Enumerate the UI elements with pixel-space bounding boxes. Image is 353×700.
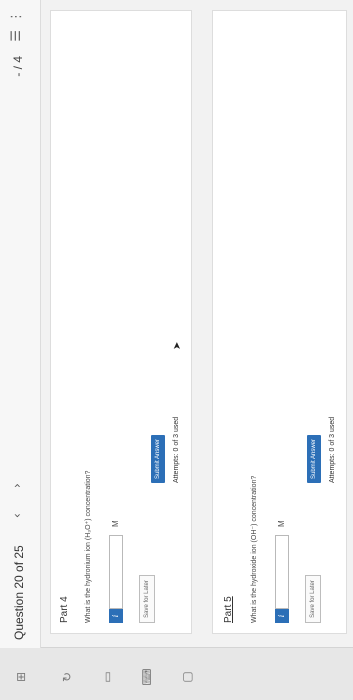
attempts-label: Attempts: 0 of 3 used — [173, 416, 180, 483]
chevron-right-icon[interactable]: › — [10, 483, 24, 488]
score-label: - / 4 — [11, 56, 25, 77]
info-icon[interactable]: i — [275, 609, 289, 623]
folder-icon[interactable]: ▢ — [180, 664, 196, 690]
info-icon[interactable]: i — [109, 609, 123, 623]
chevron-left-icon[interactable]: ‹ — [10, 513, 24, 518]
submit-answer-button[interactable]: Submit Answer — [307, 435, 321, 483]
keyboard-icon[interactable]: ⌨ — [140, 664, 156, 690]
side-toolbar: ⊞ ↻ ▭ ⌨ ▢ — [0, 647, 353, 700]
part-title: Part 5 — [223, 596, 234, 623]
question-text: What is the hydronium ion (H₃O⁺) concent… — [85, 470, 92, 623]
part-title: Part 4 — [59, 596, 70, 623]
rotated-page: ⊞ ↻ ▭ ⌨ ▢ Question 20 of 25 ‹ › - / 4 ☰ … — [0, 0, 353, 700]
question-header: Question 20 of 25 ‹ › - / 4 ☰ ⋮ — [0, 0, 41, 648]
hydronium-concentration-input[interactable] — [109, 535, 123, 609]
window-icon[interactable]: ▭ — [100, 664, 116, 690]
save-for-later-button[interactable]: Save for Later — [139, 575, 155, 623]
attempts-label: Attempts: 0 of 3 used — [329, 416, 336, 483]
part-4-panel: Part 4 What is the hydronium ion (H₃O⁺) … — [50, 10, 192, 634]
refresh-icon[interactable]: ↻ — [60, 664, 76, 690]
more-vertical-icon[interactable]: ⋮ — [9, 10, 24, 23]
unit-label: M — [277, 520, 286, 527]
part-5-panel: Part 5 What is the hydroxide ion (OH⁻) c… — [212, 10, 347, 634]
list-icon[interactable]: ☰ — [9, 30, 24, 42]
question-text: What is the hydroxide ion (OH⁻) concentr… — [251, 475, 258, 623]
grid-icon[interactable]: ⊞ — [14, 664, 30, 690]
hydroxide-concentration-input[interactable] — [275, 535, 289, 609]
question-counter: Question 20 of 25 — [12, 545, 26, 640]
save-for-later-button[interactable]: Save for Later — [305, 575, 321, 623]
submit-answer-button[interactable]: Submit Answer — [151, 435, 165, 483]
mouse-cursor-icon: ➤ — [172, 341, 183, 350]
unit-label: M — [111, 520, 120, 527]
